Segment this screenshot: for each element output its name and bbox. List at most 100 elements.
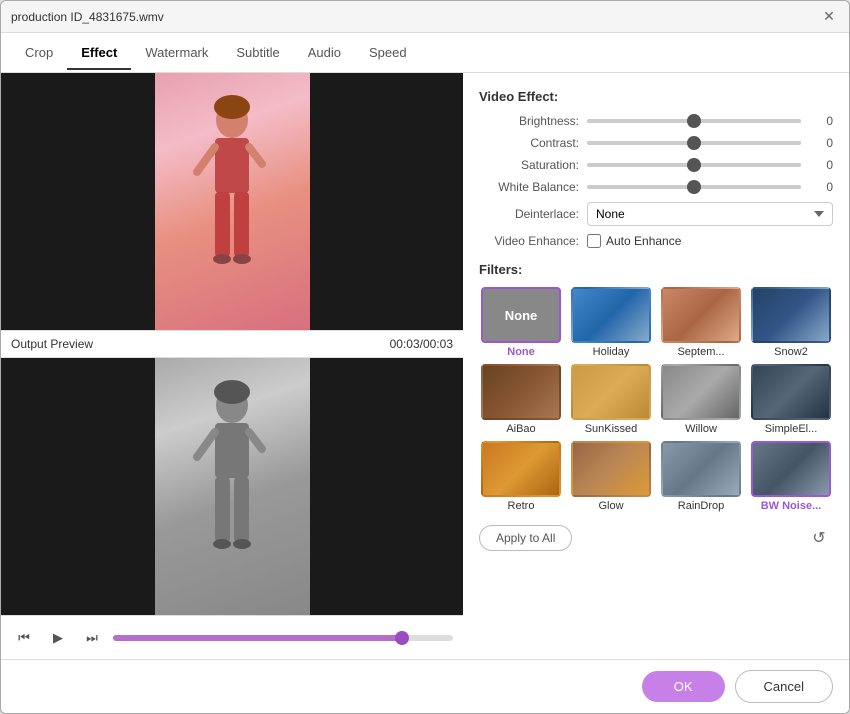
filters-section: Filters: None None Holiday [479,262,833,649]
deinterlace-row: Deinterlace: None Yadif Yadif2x [479,202,833,226]
filter-thumb-snow2[interactable] [751,287,831,343]
contrast-value: 0 [809,136,833,150]
filter-thumb-bwnoise[interactable] [751,441,831,497]
left-panel: Output Preview 00:03/00:03 [1,73,463,659]
filter-item-none[interactable]: None None [479,287,563,358]
output-label: Output Preview [11,337,93,351]
filter-item-willow[interactable]: Willow [659,364,743,435]
white-balance-slider[interactable] [587,185,801,189]
progress-thumb[interactable] [395,631,409,645]
main-content: Output Preview 00:03/00:03 [1,73,849,659]
figure-bw [187,377,277,597]
filter-label-retro: Retro [508,500,535,512]
white-balance-slider-wrap [587,185,801,189]
filter-thumb-retro[interactable] [481,441,561,497]
video-enhance-label: Video Enhance: [479,234,579,248]
filter-label-willow: Willow [685,423,717,435]
filter-item-septem[interactable]: Septem... [659,287,743,358]
footer-bar: OK Cancel [1,659,849,713]
saturation-value: 0 [809,158,833,172]
filters-grid: None None Holiday Septem... [479,287,833,512]
filter-item-glow[interactable]: Glow [569,441,653,512]
right-panel: Video Effect: Brightness: 0 Contrast: 0 … [463,73,849,659]
output-bar: Output Preview 00:03/00:03 [1,330,463,358]
next-button[interactable]: ⏭ [79,625,105,651]
tab-crop[interactable]: Crop [11,37,67,70]
filters-label: Filters: [479,262,833,277]
filter-thumb-aibao[interactable] [481,364,561,420]
filter-thumb-simpleel[interactable] [751,364,831,420]
filter-thumb-glow[interactable] [571,441,651,497]
filter-label-sunkissed: SunKissed [585,423,638,435]
close-button[interactable]: ✕ [819,7,839,27]
contrast-slider-wrap [587,141,801,145]
filter-thumb-sunkissed[interactable] [571,364,651,420]
deinterlace-label: Deinterlace: [479,207,579,221]
cancel-button[interactable]: Cancel [735,670,833,703]
tab-effect[interactable]: Effect [67,37,131,70]
saturation-row: Saturation: 0 [479,158,833,172]
saturation-label: Saturation: [479,158,579,172]
white-balance-value: 0 [809,180,833,194]
video-effect-label: Video Effect: [479,89,833,104]
main-window: production ID_4831675.wmv ✕ Crop Effect … [0,0,850,714]
filter-label-raindrop: RainDrop [678,500,724,512]
white-balance-row: White Balance: 0 [479,180,833,194]
auto-enhance-text: Auto Enhance [606,234,681,248]
filter-thumb-holiday[interactable] [571,287,651,343]
filter-thumb-septem[interactable] [661,287,741,343]
filter-label-simpleel: SimpleEl... [765,423,818,435]
window-title: production ID_4831675.wmv [11,10,164,24]
filter-label-holiday: Holiday [593,346,630,358]
title-bar: production ID_4831675.wmv ✕ [1,1,849,33]
brightness-row: Brightness: 0 [479,114,833,128]
filter-label-snow2: Snow2 [774,346,808,358]
controls-bar: ⏮ ▶ ⏭ [1,615,463,659]
contrast-row: Contrast: 0 [479,136,833,150]
brightness-slider[interactable] [587,119,801,123]
filter-label-glow: Glow [598,500,623,512]
brightness-label: Brightness: [479,114,579,128]
auto-enhance-checkbox[interactable] [587,234,601,248]
figure-pink [187,92,277,312]
filter-label-aibao: AiBao [506,423,535,435]
progress-bar[interactable] [113,635,453,641]
filter-thumb-willow[interactable] [661,364,741,420]
saturation-slider[interactable] [587,163,801,167]
filter-item-holiday[interactable]: Holiday [569,287,653,358]
filter-item-aibao[interactable]: AiBao [479,364,563,435]
bottom-actions: Apply to All ↺ [479,524,833,552]
filter-label-bwnoise: BW Noise... [761,500,822,512]
video-preview-output [1,358,463,615]
video-preview-original [1,73,463,330]
saturation-slider-wrap [587,163,801,167]
filter-item-retro[interactable]: Retro [479,441,563,512]
white-balance-label: White Balance: [479,180,579,194]
output-time: 00:03/00:03 [390,337,453,351]
brightness-slider-wrap [587,119,801,123]
tab-speed[interactable]: Speed [355,37,421,70]
filter-label-septem: Septem... [677,346,724,358]
ok-button[interactable]: OK [642,671,725,702]
refresh-button[interactable]: ↺ [805,524,833,552]
prev-button[interactable]: ⏮ [11,625,37,651]
contrast-label: Contrast: [479,136,579,150]
filter-label-none: None [507,346,535,358]
contrast-slider[interactable] [587,141,801,145]
deinterlace-select[interactable]: None Yadif Yadif2x [587,202,833,226]
filter-item-raindrop[interactable]: RainDrop [659,441,743,512]
tab-audio[interactable]: Audio [294,37,355,70]
brightness-value: 0 [809,114,833,128]
tab-subtitle[interactable]: Subtitle [222,37,293,70]
progress-fill [113,635,402,641]
filter-item-simpleel[interactable]: SimpleEl... [749,364,833,435]
video-enhance-row: Video Enhance: Auto Enhance [479,234,833,248]
filter-thumb-raindrop[interactable] [661,441,741,497]
filter-item-bwnoise[interactable]: BW Noise... [749,441,833,512]
apply-all-button[interactable]: Apply to All [479,525,572,551]
filter-item-sunkissed[interactable]: SunKissed [569,364,653,435]
filter-item-snow2[interactable]: Snow2 [749,287,833,358]
play-button[interactable]: ▶ [45,625,71,651]
filter-thumb-none[interactable]: None [481,287,561,343]
tab-watermark[interactable]: Watermark [131,37,222,70]
